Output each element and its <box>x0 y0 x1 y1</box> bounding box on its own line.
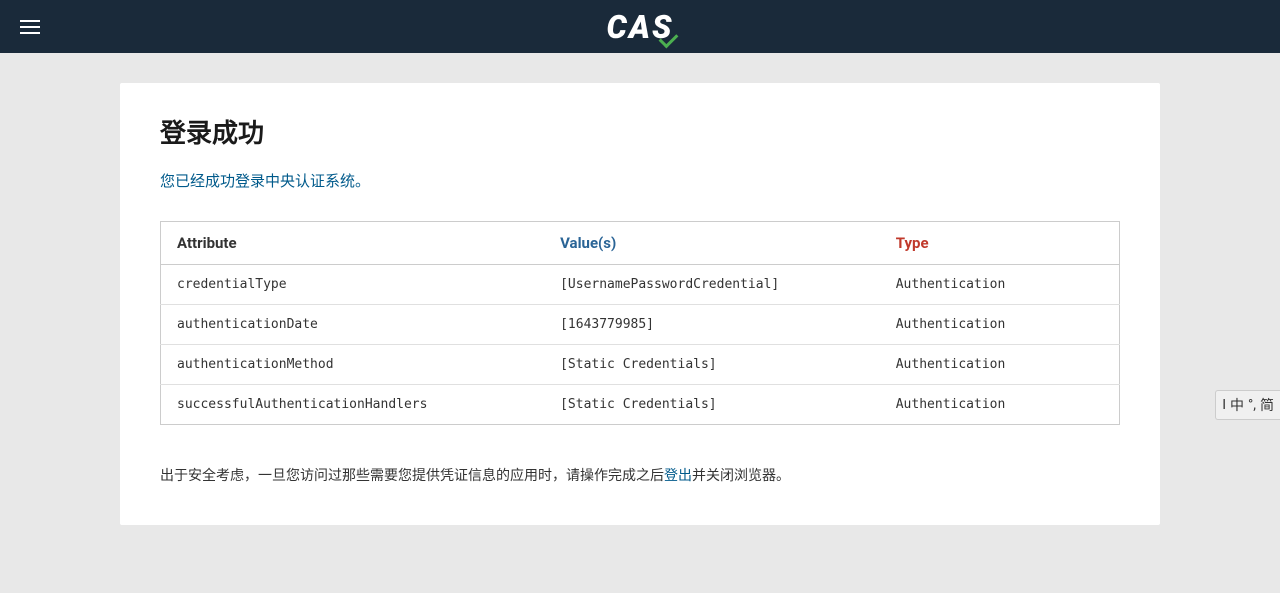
table-row: credentialType[UsernamePasswordCredentia… <box>161 265 1120 305</box>
page-title: 登录成功 <box>160 113 1120 150</box>
ime-item-punct[interactable]: °, <box>1248 397 1256 413</box>
col-header-attribute: Attribute <box>161 222 545 265</box>
table-row: authenticationDate[1643779985]Authentica… <box>161 305 1120 345</box>
main-content: 登录成功 您已经成功登录中央认证系统。 Attribute Value(s) T… <box>100 53 1180 555</box>
content-card: 登录成功 您已经成功登录中央认证系统。 Attribute Value(s) T… <box>120 83 1160 525</box>
col-header-values: Value(s) <box>544 222 880 265</box>
ime-item-simplified[interactable]: 简 <box>1260 395 1274 415</box>
cell-values: [UsernamePasswordCredential] <box>544 265 880 305</box>
menu-icon[interactable] <box>20 20 40 34</box>
cell-values: [Static Credentials] <box>544 385 880 425</box>
ime-toolbar: I 中 °, 简 <box>1215 390 1280 420</box>
ime-item-i[interactable]: I <box>1222 397 1226 413</box>
table-header-row: Attribute Value(s) Type <box>161 222 1120 265</box>
cell-type: Authentication <box>880 385 1120 425</box>
table-row: authenticationMethod[Static Credentials]… <box>161 345 1120 385</box>
cell-type: Authentication <box>880 265 1120 305</box>
col-header-type: Type <box>880 222 1120 265</box>
table-row: successfulAuthenticationHandlers[Static … <box>161 385 1120 425</box>
cell-attribute: successfulAuthenticationHandlers <box>161 385 545 425</box>
cas-logo: CAS <box>607 8 674 46</box>
cell-values: [1643779985] <box>544 305 880 345</box>
success-message: 您已经成功登录中央认证系统。 <box>160 170 1120 191</box>
footer-text-after: 并关闭浏览器。 <box>692 468 790 484</box>
attributes-table: Attribute Value(s) Type credentialType[U… <box>160 221 1120 425</box>
cell-attribute: authenticationDate <box>161 305 545 345</box>
cell-type: Authentication <box>880 345 1120 385</box>
cell-attribute: credentialType <box>161 265 545 305</box>
cell-attribute: authenticationMethod <box>161 345 545 385</box>
header: CAS <box>0 0 1280 53</box>
ime-item-zh[interactable]: 中 <box>1230 395 1244 415</box>
footer-text-before: 出于安全考虑，一旦您访问过那些需要您提供凭证信息的应用时，请操作完成之后 <box>160 468 664 484</box>
footer-note: 出于安全考虑，一旦您访问过那些需要您提供凭证信息的应用时，请操作完成之后登出并关… <box>160 465 1120 485</box>
cell-values: [Static Credentials] <box>544 345 880 385</box>
cell-type: Authentication <box>880 305 1120 345</box>
logout-link[interactable]: 登出 <box>664 468 692 484</box>
